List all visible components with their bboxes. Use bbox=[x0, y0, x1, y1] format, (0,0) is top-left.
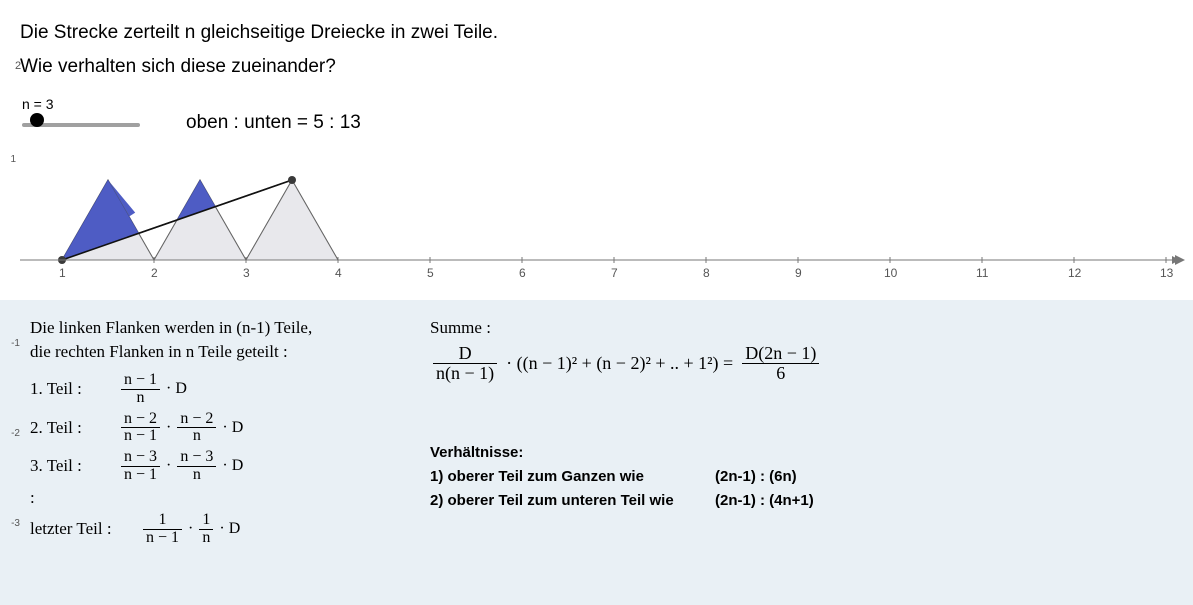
part1-den: n bbox=[121, 390, 160, 407]
last-row: letzter Teil : 1 n − 1 · 1 n · D bbox=[30, 512, 430, 547]
dots-row: : bbox=[30, 488, 430, 508]
part3-label: 3. Teil : bbox=[30, 456, 108, 476]
sum-lhs-num: D bbox=[433, 344, 497, 364]
part2-label: 2. Teil : bbox=[30, 418, 108, 438]
xaxis-tick-12: 12 bbox=[1068, 266, 1081, 280]
xaxis-tick-3: 3 bbox=[243, 266, 250, 280]
part3-f2-den: n bbox=[177, 467, 216, 484]
ratio1-a: 1) oberer Teil zum Ganzen wie bbox=[430, 465, 685, 489]
last-frac1: 1 n − 1 bbox=[143, 512, 182, 547]
part2-frac2: n − 2 n bbox=[177, 411, 216, 446]
part2-f1-num: n − 2 bbox=[121, 411, 160, 429]
part3-row: 3. Teil : n − 3 n − 1 · n − 3 n · D bbox=[30, 449, 430, 484]
xaxis-tick-7: 7 bbox=[611, 266, 618, 280]
xaxis-tick-4: 4 bbox=[335, 266, 342, 280]
sum-label: Summe : bbox=[430, 318, 1150, 338]
part2-frac1: n − 2 n − 1 bbox=[121, 411, 160, 446]
last-label: letzter Teil : bbox=[30, 519, 130, 539]
yaxis-tick-neg3: -3 bbox=[0, 518, 20, 529]
left-line2: die rechten Flanken in n Teile geteilt : bbox=[30, 342, 430, 362]
part1-tail: · D bbox=[166, 380, 187, 398]
dots: : bbox=[30, 488, 108, 508]
part2-tail: · D bbox=[222, 419, 243, 437]
xaxis-tick-8: 8 bbox=[703, 266, 710, 280]
sum-rhs-num: D(2n − 1) bbox=[742, 344, 819, 364]
last-f1-num: 1 bbox=[143, 512, 182, 530]
yaxis-tick-neg2: -2 bbox=[0, 428, 20, 439]
part1-label: 1. Teil : bbox=[30, 379, 108, 399]
ratio2-b: (2n-1) : (4n+1) bbox=[715, 489, 814, 513]
left-line1: Die linken Flanken werden in (n-1) Teile… bbox=[30, 318, 430, 338]
part3-frac1: n − 3 n − 1 bbox=[121, 449, 160, 484]
ratio2-a: 2) oberer Teil zum unteren Teil wie bbox=[430, 489, 715, 513]
xaxis-tick-13: 13 bbox=[1160, 266, 1173, 280]
xaxis-tick-2: 2 bbox=[151, 266, 158, 280]
part3-frac2: n − 3 n bbox=[177, 449, 216, 484]
ratios-block: Verhältnisse: 1) oberer Teil zum Ganzen … bbox=[430, 441, 1150, 513]
part3-tail: · D bbox=[222, 457, 243, 475]
xaxis-tick-5: 5 bbox=[427, 266, 434, 280]
sum-mid: · ((n − 1)² + (n − 2)² + .. + 1²) = bbox=[506, 353, 733, 374]
left-math-block: Die linken Flanken werden in (n-1) Teile… bbox=[30, 318, 430, 550]
part1-num: n − 1 bbox=[121, 372, 160, 390]
last-f1-den: n − 1 bbox=[143, 530, 182, 547]
yaxis-tick-neg1: -1 bbox=[0, 338, 20, 349]
xaxis-tick-1: 1 bbox=[59, 266, 66, 280]
xaxis-tick-6: 6 bbox=[519, 266, 526, 280]
last-f2-den: n bbox=[199, 530, 213, 547]
part1-frac: n − 1 n bbox=[121, 372, 160, 407]
last-frac2: 1 n bbox=[199, 512, 213, 547]
part2-f2-num: n − 2 bbox=[177, 411, 216, 429]
part1-row: 1. Teil : n − 1 n · D bbox=[30, 372, 430, 407]
part2-f2-den: n bbox=[177, 428, 216, 445]
xaxis-tick-11: 11 bbox=[976, 266, 988, 280]
last-tail: · D bbox=[219, 520, 240, 538]
last-f2-num: 1 bbox=[199, 512, 213, 530]
part2-f1-den: n − 1 bbox=[121, 428, 160, 445]
right-math-block: Summe : D n(n − 1) · ((n − 1)² + (n − 2)… bbox=[430, 318, 1150, 513]
sum-lhs-den: n(n − 1) bbox=[433, 364, 497, 383]
part3-f1-den: n − 1 bbox=[121, 467, 160, 484]
ratios-title: Verhältnisse: bbox=[430, 441, 1150, 465]
explanation-panel: -1 -2 -3 Die linken Flanken werden in (n… bbox=[0, 300, 1193, 605]
figure-final bbox=[0, 0, 1193, 310]
sum-expression: D n(n − 1) · ((n − 1)² + (n − 2)² + .. +… bbox=[430, 344, 1150, 383]
ratio1-b: (2n-1) : (6n) bbox=[715, 465, 797, 489]
xaxis-tick-10: 10 bbox=[884, 266, 897, 280]
part2-row: 2. Teil : n − 2 n − 1 · n − 2 n · D bbox=[30, 411, 430, 446]
part3-f2-num: n − 3 bbox=[177, 449, 216, 467]
sum-rhs-den: 6 bbox=[742, 364, 819, 383]
part3-f1-num: n − 3 bbox=[121, 449, 160, 467]
xaxis-tick-9: 9 bbox=[795, 266, 802, 280]
